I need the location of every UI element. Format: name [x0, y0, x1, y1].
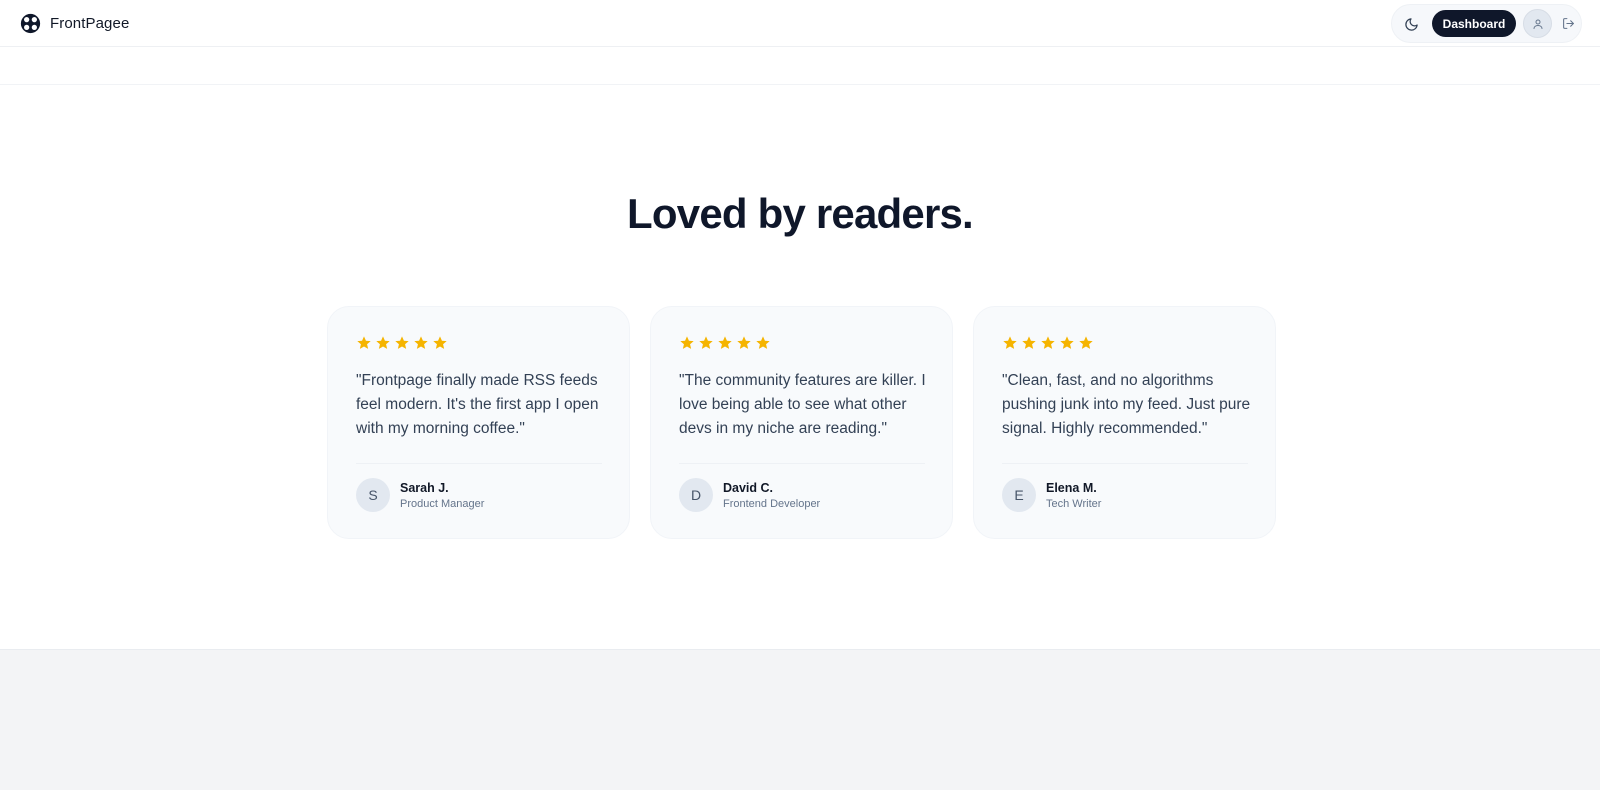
star-icon: [395, 336, 409, 349]
theme-toggle-button[interactable]: [1400, 13, 1422, 35]
testimonial-card: "Clean, fast, and no algorithms pushing …: [973, 306, 1276, 539]
star-rating: [679, 335, 771, 351]
card-divider: [679, 463, 925, 464]
card-divider: [356, 463, 602, 464]
star-icon: [680, 336, 694, 349]
author-role: Product Manager: [400, 498, 485, 510]
star-icon: [756, 336, 770, 349]
star-icon: [414, 336, 428, 349]
testimonial-card: "The community features are killer. I lo…: [650, 306, 953, 539]
frontpage-logo-icon: [20, 13, 41, 33]
author-avatar: D: [679, 478, 713, 512]
testimonial-card: "Frontpage finally made RSS feeds feel m…: [327, 306, 630, 539]
card-divider: [1002, 463, 1248, 464]
top-navbar: FrontPagee Dashboard: [0, 0, 1600, 47]
brand-name: FrontPagee: [50, 14, 130, 32]
section-title: Loved by readers.: [627, 190, 974, 237]
brand-link[interactable]: FrontPagee: [20, 12, 129, 34]
author-role: Frontend Developer: [723, 498, 821, 510]
page-footer: [0, 649, 1600, 790]
star-icon: [1003, 336, 1017, 349]
section-divider: [0, 84, 1600, 85]
author-avatar: S: [356, 478, 390, 512]
testimonial-quote: "The community features are killer. I lo…: [679, 372, 926, 437]
star-rating: [356, 335, 448, 351]
star-icon: [1079, 336, 1093, 349]
testimonial-cards: "Frontpage finally made RSS feeds feel m…: [327, 306, 1276, 539]
logout-icon: [1562, 17, 1574, 29]
star-icon: [1022, 336, 1036, 349]
author-name: Elena M.: [1046, 481, 1097, 495]
star-icon: [718, 336, 732, 349]
dashboard-button[interactable]: Dashboard: [1432, 10, 1516, 37]
star-icon: [1041, 336, 1055, 349]
star-icon: [699, 336, 713, 349]
testimonial-quote: "Clean, fast, and no algorithms pushing …: [1002, 372, 1251, 437]
author-role: Tech Writer: [1046, 498, 1102, 510]
logout-button[interactable]: [1559, 14, 1577, 32]
star-icon: [1060, 336, 1074, 349]
author-avatar: E: [1002, 478, 1036, 512]
star-icon: [357, 336, 371, 349]
star-icon: [433, 336, 447, 349]
author-name: David C.: [723, 481, 774, 495]
star-icon: [737, 336, 751, 349]
user-icon: [1533, 19, 1542, 29]
author-name: Sarah J.: [400, 481, 449, 495]
moon-icon: [1404, 17, 1418, 31]
testimonial-quote: "Frontpage finally made RSS feeds feel m…: [356, 372, 599, 437]
star-icon: [376, 336, 390, 349]
nav-actions-group: Dashboard: [1391, 4, 1582, 43]
user-avatar-button[interactable]: [1523, 9, 1552, 38]
star-rating: [1002, 335, 1094, 351]
